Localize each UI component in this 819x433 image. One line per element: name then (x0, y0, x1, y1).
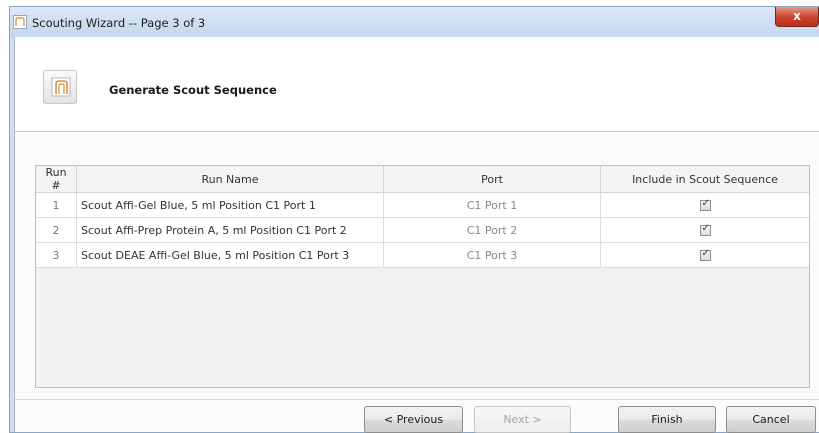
run-name-cell: Scout Affi-Prep Protein A, 5 ml Position… (76, 217, 384, 243)
column-header-include[interactable]: Include in Scout Sequence (600, 166, 809, 193)
page-header: Generate Scout Sequence (15, 37, 819, 132)
close-icon: x (793, 9, 801, 23)
next-button[interactable]: Next > (474, 406, 571, 433)
port-cell: C1 Port 3 (383, 242, 601, 268)
run-number-cell: 3 (36, 242, 77, 268)
column-header-run[interactable]: Run # (36, 166, 77, 193)
runs-table: Run # Run Name Port Include in Scout Seq… (36, 166, 809, 268)
column-header-run-name[interactable]: Run Name (76, 166, 384, 193)
close-button[interactable]: x (775, 7, 819, 27)
include-checkbox[interactable] (699, 198, 711, 211)
title-bar[interactable]: Scouting Wizard -- Page 3 of 3 x (10, 7, 819, 37)
wizard-window: Scouting Wizard -- Page 3 of 3 x Generat… (9, 6, 819, 433)
finish-button[interactable]: Finish (618, 406, 716, 433)
include-checkbox[interactable] (699, 248, 711, 261)
run-number-cell: 2 (36, 217, 77, 243)
include-cell (600, 217, 809, 243)
scout-sequence-grid: Run # Run Name Port Include in Scout Seq… (35, 165, 810, 388)
table-row[interactable]: 3 Scout DEAE Affi-Gel Blue, 5 ml Positio… (36, 242, 809, 268)
app-icon (13, 15, 27, 29)
table-row[interactable]: 2 Scout Affi-Prep Protein A, 5 ml Positi… (36, 217, 809, 243)
run-name-cell: Scout Affi-Gel Blue, 5 ml Position C1 Po… (76, 192, 384, 218)
include-checkbox[interactable] (699, 223, 711, 236)
run-number-cell: 1 (36, 192, 77, 218)
footer-divider (15, 399, 819, 400)
page-title: Generate Scout Sequence (109, 83, 277, 97)
wizard-icon (43, 70, 77, 104)
include-cell (600, 242, 809, 268)
column-header-port[interactable]: Port (383, 166, 601, 193)
table-header-row: Run # Run Name Port Include in Scout Seq… (36, 166, 809, 193)
window-title: Scouting Wizard -- Page 3 of 3 (32, 16, 206, 30)
previous-button[interactable]: < Previous (364, 406, 463, 433)
include-cell (600, 192, 809, 218)
table-row[interactable]: 1 Scout Affi-Gel Blue, 5 ml Position C1 … (36, 192, 809, 218)
port-cell: C1 Port 1 (383, 192, 601, 218)
cancel-button[interactable]: Cancel (726, 406, 816, 433)
run-name-cell: Scout DEAE Affi-Gel Blue, 5 ml Position … (76, 242, 384, 268)
wizard-client: Generate Scout Sequence Run # Run Name P… (14, 37, 819, 433)
port-cell: C1 Port 2 (383, 217, 601, 243)
